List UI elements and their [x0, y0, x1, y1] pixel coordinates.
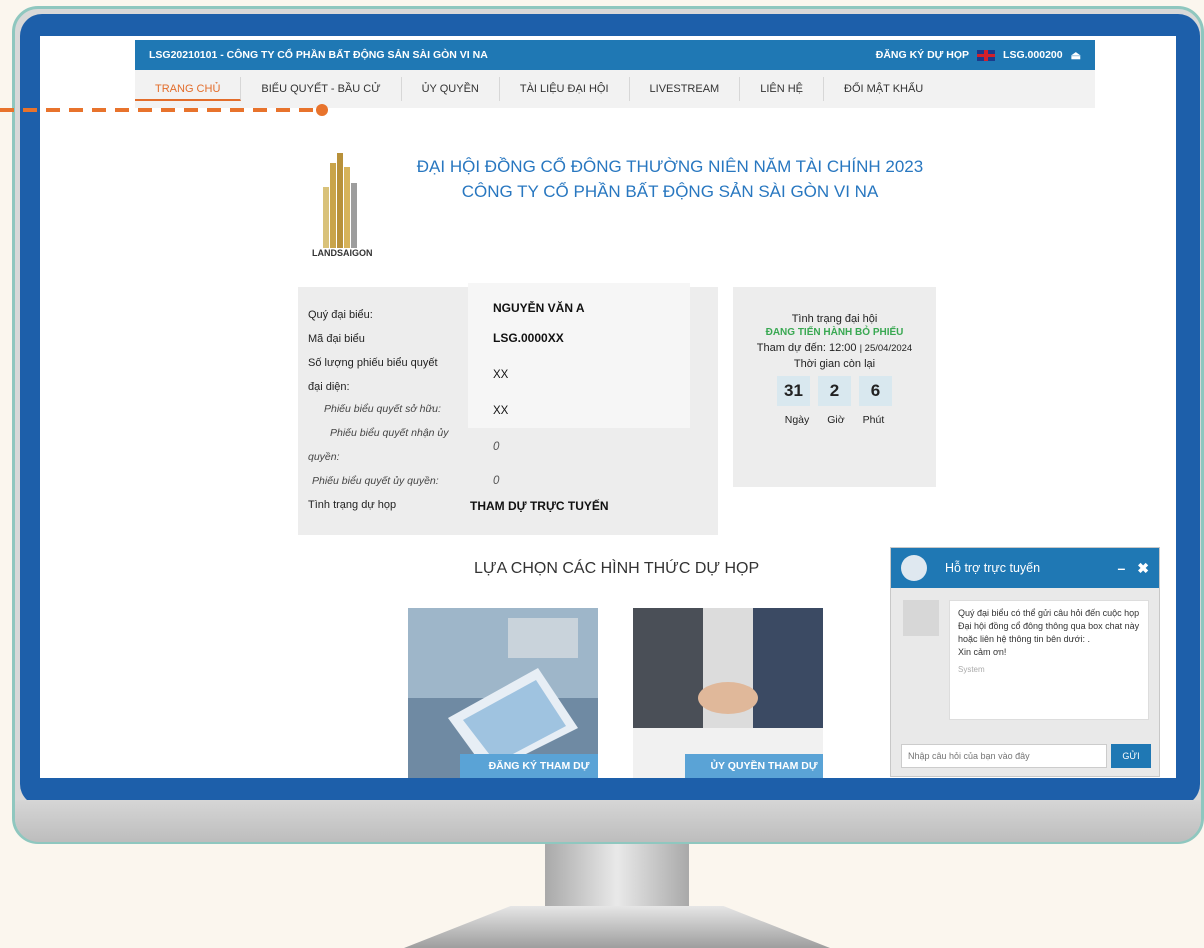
monitor-neck [545, 844, 689, 914]
headline-line-1: ĐẠI HỘI ĐỒNG CỔ ĐÔNG THƯỜNG NIÊN NĂM TÀI… [416, 157, 924, 176]
user-id: LSG.000200 [1003, 49, 1063, 61]
delegate-code: LSG.0000XX [493, 331, 564, 345]
monitor-foot [404, 906, 830, 948]
attendance-options-title: LỰA CHỌN CÁC HÌNH THỨC DỰ HỌP [474, 560, 760, 577]
countdown-minutes: 6 [859, 376, 892, 406]
register-attend-card[interactable]: ĐĂNG KÝ THAM DỰ [408, 608, 598, 778]
unit-hours: Giờ [827, 414, 845, 426]
support-chat-widget: Hỗ trợ trực tuyến – ✖ Quý đại biểu có th… [890, 547, 1160, 777]
countdown-days: 31 [777, 376, 810, 406]
browser-screen: LSG20210101 - CÔNG TY CỔ PHẦN BẤT ĐỘNG S… [40, 36, 1176, 778]
meeting-status-panel: Tình trạng đại hội ĐANG TIẾN HÀNH BỎ PHI… [733, 287, 936, 487]
top-bar: LSG20210101 - CÔNG TY CỔ PHẦN BẤT ĐỘNG S… [135, 40, 1095, 70]
attend-time: 12:00 [828, 342, 857, 354]
votes-value: XX [493, 369, 509, 381]
unit-days: Ngày [784, 414, 810, 426]
chat-thanks: Xin cảm ơn! [958, 647, 1007, 657]
attend-label: Tham dự đến: [756, 342, 826, 354]
company-title: LSG20210101 - CÔNG TY CỔ PHẦN BẤT ĐỘNG S… [149, 49, 488, 61]
monitor-mockup: LSG20210101 - CÔNG TY CỔ PHẦN BẤT ĐỘNG S… [0, 0, 1204, 948]
proxy-attend-card[interactable]: ỦY QUYỀN THAM DỰ [633, 608, 823, 778]
close-icon[interactable]: ✖ [1137, 560, 1149, 577]
headline-line-2: CÔNG TY CỔ PHẦN BẤT ĐỘNG SẢN SÀI GÒN VI … [461, 182, 879, 201]
nav-documents[interactable]: TÀI LIỆU ĐẠI HỘI [500, 77, 630, 101]
label-owned: Phiếu biểu quyết sở hữu: [324, 403, 441, 415]
countdown-units: Ngày Giờ Phút [733, 414, 936, 426]
landsaigon-logo [323, 153, 357, 248]
owned-value: XX [493, 405, 509, 417]
nav-change-password[interactable]: ĐỔI MẬT KHẨU [824, 77, 943, 101]
monitor-chin [15, 800, 1201, 842]
nav-livestream[interactable]: LIVESTREAM [630, 77, 741, 101]
chat-header: Hỗ trợ trực tuyến – ✖ [891, 548, 1159, 588]
chat-message: Quý đại biểu có thể gửi câu hỏi đến cuộc… [949, 600, 1149, 720]
system-avatar-icon [903, 600, 939, 636]
nav-proxy[interactable]: ỦY QUYỀN [402, 77, 500, 101]
register-link[interactable]: ĐĂNG KÝ DỰ HỌP [876, 49, 969, 61]
label-votes-2: đại diện: [308, 381, 350, 393]
handshake-photo [633, 608, 823, 778]
tablet-meeting-photo [408, 608, 598, 778]
label-status: Tình trạng dự họp [308, 499, 397, 511]
label-votes: Số lượng phiếu biểu quyết [308, 357, 438, 369]
nav-home[interactable]: TRANG CHỦ [135, 77, 242, 101]
received-value: 0 [493, 441, 500, 453]
delegated-value: 0 [493, 475, 500, 487]
support-avatar-icon [901, 555, 927, 581]
minimize-icon[interactable]: – [1117, 560, 1125, 576]
label-delegated: Phiếu biểu quyết ủy quyền: [312, 475, 439, 487]
send-button[interactable]: GỬI [1111, 744, 1151, 768]
label-name: Quý đại biểu: [308, 309, 373, 321]
page-headline: ĐẠI HỘI ĐỒNG CỔ ĐÔNG THƯỜNG NIÊN NĂM TÀI… [400, 154, 940, 204]
meeting-status-title: Tình trạng đại hội [791, 313, 878, 325]
unit-minutes: Phút [862, 414, 885, 426]
time-remaining-label: Thời gian còn lại [793, 358, 876, 370]
voting-status: ĐANG TIẾN HÀNH BỎ PHIẾU [765, 327, 904, 338]
proxy-attend-button[interactable]: ỦY QUYỀN THAM DỰ [685, 754, 823, 778]
delegate-info-panel: Quý đại biểu: Mã đại biểu Số lượng phiếu… [298, 283, 718, 535]
attendance-status: THAM DỰ TRỰC TUYẾN [470, 499, 609, 513]
countdown: 31 2 6 [733, 376, 936, 406]
attend-date: 25/04/2024 [864, 343, 913, 354]
nav-voting[interactable]: BIỂU QUYẾT - BẦU CỬ [241, 77, 402, 101]
uk-flag-icon[interactable] [977, 49, 996, 61]
label-code: Mã đại biểu [308, 333, 365, 345]
nav-contact[interactable]: LIÊN HỆ [740, 77, 824, 101]
chat-input[interactable] [901, 744, 1107, 768]
label-received-2: quyền: [308, 451, 340, 463]
countdown-hours: 2 [818, 376, 851, 406]
delegate-name: NGUYỄN VĂN A [493, 301, 585, 315]
chat-sender: System [958, 665, 985, 674]
attend-until: Tham dự đến: 12:00 | 25/04/2024 [756, 342, 913, 354]
logo-text: LANDSAIGON [312, 248, 373, 258]
pointer-line [0, 104, 328, 116]
logout-icon[interactable]: ⏏ [1071, 49, 1081, 62]
chat-title: Hỗ trợ trực tuyến [945, 561, 1041, 575]
register-attend-button[interactable]: ĐĂNG KÝ THAM DỰ [460, 754, 598, 778]
label-received: Phiếu biểu quyết nhận ủy [330, 427, 449, 439]
chat-message-text: Quý đại biểu có thể gửi câu hỏi đến cuộc… [958, 608, 1140, 644]
